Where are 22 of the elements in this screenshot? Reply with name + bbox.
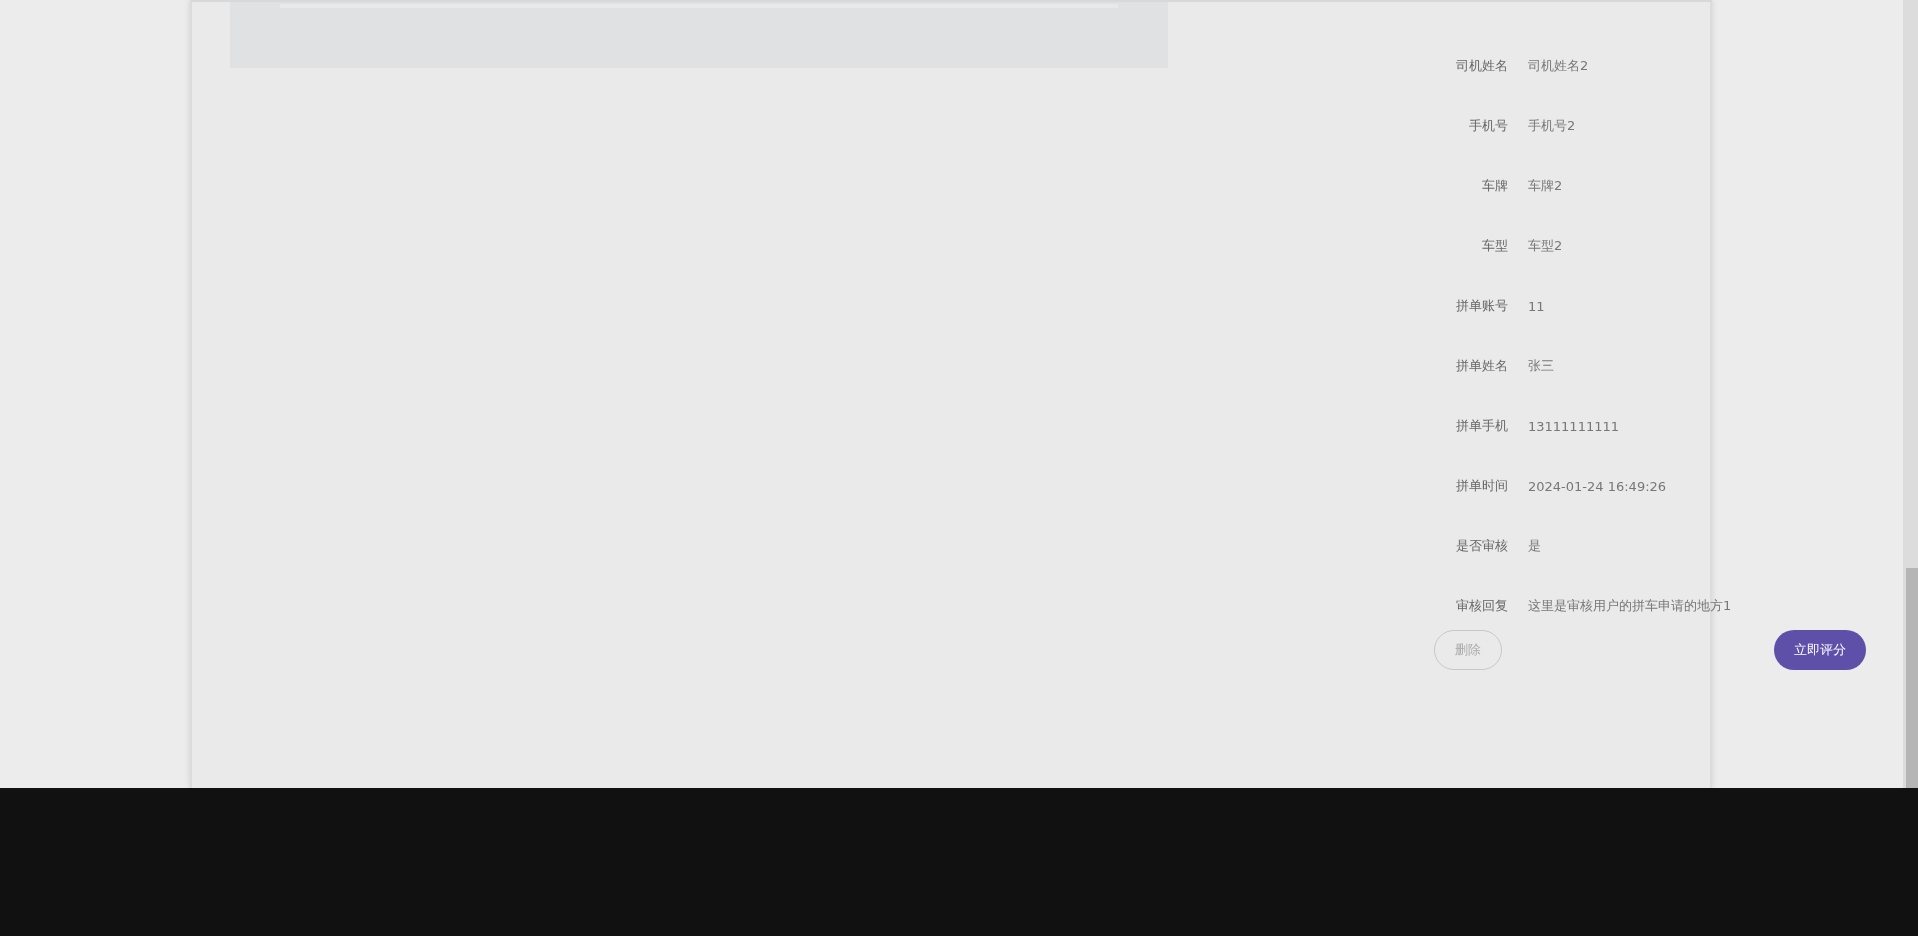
- field-value: 张三: [1528, 357, 1554, 375]
- field-value: 车牌2: [1528, 177, 1563, 195]
- rate-button[interactable]: 立即评分: [1774, 630, 1866, 670]
- field-label: 司机姓名: [1455, 57, 1508, 75]
- field-value: 11: [1528, 298, 1545, 314]
- field-label: 拼单手机: [1455, 417, 1508, 435]
- field-label: 车牌: [1481, 177, 1508, 195]
- field-value: 是: [1528, 537, 1541, 555]
- field-value: 手机号2: [1528, 117, 1576, 135]
- field-label: 拼单时间: [1455, 477, 1508, 495]
- field-label: 车型: [1481, 237, 1508, 255]
- scrollbar[interactable]: [1903, 0, 1918, 788]
- field-value: 车型2: [1528, 237, 1563, 255]
- field-label: 手机号: [1468, 117, 1508, 135]
- field-label: 是否审核: [1455, 537, 1508, 555]
- field-label: 拼单姓名: [1455, 357, 1508, 375]
- field-value: 这里是审核用户的拼车申请的地方1: [1528, 597, 1732, 615]
- field-label: 拼单账号: [1455, 297, 1508, 315]
- field-value: 司机姓名2: [1528, 57, 1589, 75]
- field-value: 13111111111: [1528, 418, 1619, 434]
- field-value: 2024-01-24 16:49:26: [1528, 478, 1667, 494]
- field-label: 审核回复: [1455, 597, 1508, 615]
